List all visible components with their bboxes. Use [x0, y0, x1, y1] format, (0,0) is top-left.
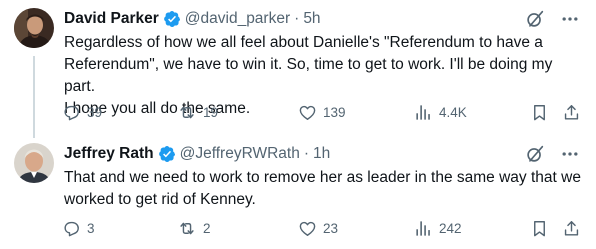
verified-badge-icon — [163, 10, 181, 28]
more-icon[interactable] — [560, 144, 580, 164]
share-icon — [564, 221, 579, 236]
action-bar: 3 2 23 242 — [62, 219, 580, 241]
tweet-text-line: That and we need to work to remove her a… — [64, 169, 581, 186]
views-button[interactable]: 242 — [414, 219, 462, 238]
retweet-count: 19 — [203, 105, 219, 120]
share-button[interactable] — [562, 103, 587, 122]
share-button[interactable] — [562, 219, 587, 238]
like-icon — [299, 105, 316, 120]
reply-count: 39 — [87, 105, 103, 120]
reply-count: 3 — [87, 221, 95, 236]
separator-dot: · — [303, 145, 310, 162]
tweet-text-line: Regardless of how we all feel about Dani… — [64, 34, 543, 51]
timestamp[interactable]: 1h — [313, 145, 330, 163]
user-handle[interactable]: @david_parker — [185, 10, 290, 28]
tweet-header: David Parker @david_parker · 5h — [64, 8, 580, 30]
views-icon — [416, 221, 430, 236]
verified-badge-icon — [158, 145, 176, 163]
views-count: 4.4K — [439, 105, 467, 120]
like-count: 23 — [323, 221, 339, 236]
thread-connector-line — [33, 56, 35, 138]
views-count: 242 — [439, 221, 462, 236]
reply-button[interactable]: 3 — [62, 219, 95, 238]
separator-dot: · — [294, 10, 300, 27]
tweet-text-line: worked to get rid of Kenney. — [64, 191, 256, 208]
tweet-header: Jeffrey Rath @JeffreyRWRath · 1h — [64, 143, 580, 165]
bookmark-icon — [534, 105, 545, 121]
avatar[interactable] — [14, 8, 54, 48]
tweet-text: That and we need to work to remove her a… — [64, 167, 584, 211]
timestamp[interactable]: 5h — [303, 10, 320, 28]
share-icon — [564, 105, 579, 120]
bookmark-button[interactable] — [530, 103, 555, 122]
tweet-text-line: Referendum", we have to win it. So, time… — [64, 56, 553, 95]
like-icon — [299, 221, 316, 236]
display-name[interactable]: Jeffrey Rath — [64, 145, 154, 163]
display-name[interactable]: David Parker — [64, 10, 159, 28]
tweet[interactable]: David Parker @david_parker · 5h Regardle… — [0, 0, 596, 138]
retweet-icon — [180, 222, 194, 235]
reply-icon — [64, 105, 79, 121]
retweet-icon — [180, 106, 194, 119]
action-bar: 39 19 139 4.4K — [62, 103, 580, 125]
avatar[interactable] — [14, 143, 54, 183]
views-button[interactable]: 4.4K — [414, 103, 467, 122]
views-icon — [416, 105, 430, 120]
retweet-button[interactable]: 19 — [177, 103, 218, 122]
reply-icon — [64, 221, 79, 237]
reply-button[interactable]: 39 — [62, 103, 102, 122]
like-button[interactable]: 139 — [298, 103, 346, 122]
retweet-count: 2 — [203, 221, 211, 236]
user-handle[interactable]: @JeffreyRWRath — [180, 145, 300, 163]
grok-icon[interactable] — [524, 8, 546, 30]
bookmark-button[interactable] — [530, 219, 555, 238]
like-count: 139 — [323, 105, 346, 120]
bookmark-icon — [534, 221, 545, 237]
more-icon[interactable] — [560, 9, 580, 29]
grok-icon[interactable] — [524, 143, 546, 165]
tweet[interactable]: Jeffrey Rath @JeffreyRWRath · 1h That an… — [0, 138, 596, 249]
like-button[interactable]: 23 — [298, 219, 338, 238]
retweet-button[interactable]: 2 — [177, 219, 211, 238]
